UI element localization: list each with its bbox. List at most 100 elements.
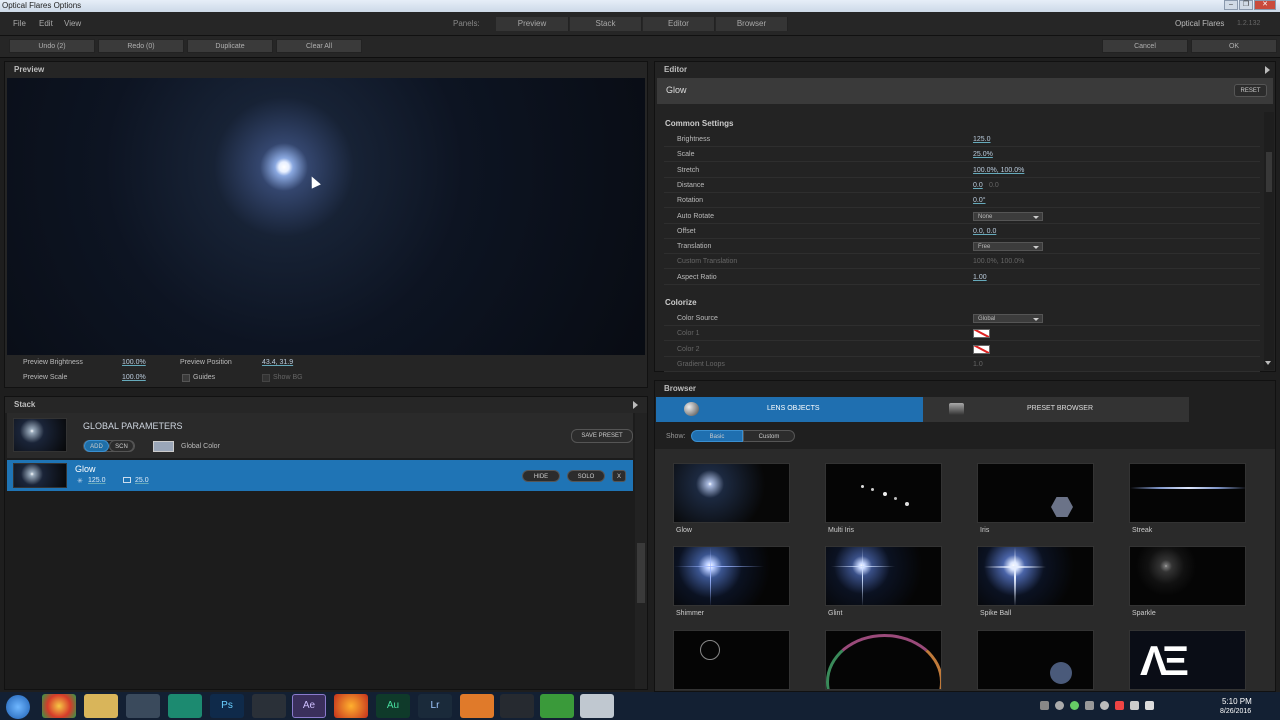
- preview-brightness-value[interactable]: 100.0%: [122, 359, 146, 366]
- panel-toggle-browser[interactable]: Browser: [716, 17, 788, 31]
- lens-thumb-shimmer[interactable]: [673, 546, 790, 606]
- stack-item-brightness[interactable]: 125.0: [88, 477, 106, 484]
- lens-thumb-polygon[interactable]: [977, 630, 1094, 690]
- preview-brightness-label: Preview Brightness: [23, 359, 83, 366]
- stack-scrollbar-thumb[interactable]: [637, 543, 645, 603]
- audition-taskbar-icon[interactable]: Au: [376, 694, 410, 718]
- panel-toggle-preview[interactable]: Preview: [496, 17, 569, 31]
- rotation-value[interactable]: 0.0°: [973, 197, 986, 204]
- custom-filter-button[interactable]: Custom: [743, 430, 795, 442]
- lens-thumb-spectral-arc[interactable]: [825, 630, 942, 690]
- lens-thumb-sparkle[interactable]: [1129, 546, 1246, 606]
- tray-icon[interactable]: [1100, 701, 1109, 710]
- lens-thumb-streak[interactable]: [1129, 463, 1246, 523]
- stack-item-scale[interactable]: 25.0: [135, 477, 149, 484]
- undo-button[interactable]: Undo (2): [9, 39, 95, 53]
- tray-icon[interactable]: [1130, 701, 1139, 710]
- clock-time[interactable]: 5:10 PM: [1222, 697, 1252, 706]
- volume-icon[interactable]: [1145, 701, 1154, 710]
- ok-button[interactable]: OK: [1191, 39, 1277, 53]
- editor-row-color-source: [664, 311, 1260, 326]
- photoshop-taskbar-icon[interactable]: Ps: [210, 694, 244, 718]
- offset-value[interactable]: 0.0, 0.0: [973, 228, 996, 235]
- paint-taskbar-icon[interactable]: [580, 694, 614, 718]
- lens-thumb-glow[interactable]: [673, 463, 790, 523]
- scn-button[interactable]: SCN: [109, 440, 134, 452]
- save-preset-button[interactable]: SAVE PRESET: [571, 429, 633, 443]
- show-bg-checkbox[interactable]: [262, 374, 270, 382]
- app2-taskbar-icon[interactable]: [168, 694, 202, 718]
- preview-scale-value[interactable]: 100.0%: [122, 374, 146, 381]
- explorer-taskbar-icon[interactable]: [84, 694, 118, 718]
- redo-button[interactable]: Redo (0): [98, 39, 184, 53]
- editor-scrollbar-thumb[interactable]: [1266, 152, 1272, 192]
- stack-item-glow[interactable]: Glow ✳ 125.0 25.0 HIDE SOLO X: [7, 460, 633, 491]
- lightroom-taskbar-icon[interactable]: Lr: [418, 694, 452, 718]
- distance-value[interactable]: 0.0: [973, 182, 983, 189]
- scale-value[interactable]: 25.0%: [973, 151, 993, 158]
- media-taskbar-icon[interactable]: [460, 694, 494, 718]
- firefox-taskbar-icon[interactable]: [334, 694, 368, 718]
- aspect-ratio-value[interactable]: 1.00: [973, 274, 987, 281]
- tray-icon[interactable]: [1055, 701, 1064, 710]
- custom-translation-label: Custom Translation: [677, 258, 738, 266]
- guides-checkbox[interactable]: [182, 374, 190, 382]
- tray-icon[interactable]: [1115, 701, 1124, 710]
- global-parameters-title: GLOBAL PARAMETERS: [83, 421, 183, 431]
- lens-thumb-ring[interactable]: [673, 630, 790, 690]
- auto-rotate-dropdown[interactable]: None: [973, 211, 1043, 221]
- preview-viewport[interactable]: [7, 78, 645, 355]
- panel-toggle-editor[interactable]: Editor: [643, 17, 715, 31]
- app-taskbar-icon[interactable]: [126, 694, 160, 718]
- clear-all-button[interactable]: Clear All: [276, 39, 362, 53]
- reset-button[interactable]: RESET: [1234, 84, 1267, 97]
- menu-file[interactable]: File: [13, 12, 26, 36]
- stack-menu-arrow-icon[interactable]: [633, 401, 638, 409]
- close-button[interactable]: ✕: [1254, 0, 1276, 10]
- tray-icon[interactable]: [1040, 701, 1049, 710]
- panel-toggle-stack[interactable]: Stack: [570, 17, 642, 31]
- scroll-down-arrow-icon[interactable]: [1265, 361, 1271, 365]
- basic-filter-button[interactable]: Basic: [691, 430, 743, 442]
- remove-button[interactable]: X: [612, 470, 626, 482]
- color-source-dropdown[interactable]: Global: [973, 314, 1043, 323]
- lens-thumb-iris[interactable]: [977, 463, 1094, 523]
- lens-thumb-multi-iris[interactable]: [825, 463, 942, 523]
- obs-taskbar-icon[interactable]: [500, 694, 534, 718]
- preset-browser-tab[interactable]: PRESET BROWSER: [923, 397, 1189, 422]
- stretch-value[interactable]: 100.0%, 100.0%: [973, 167, 1024, 174]
- cancel-button[interactable]: Cancel: [1102, 39, 1188, 53]
- editor-scrollbar[interactable]: [1264, 112, 1274, 370]
- utorrent-taskbar-icon[interactable]: [540, 694, 574, 718]
- menu-edit[interactable]: Edit: [39, 12, 53, 36]
- tray-icon[interactable]: [1085, 701, 1094, 710]
- tray-icon[interactable]: [1070, 701, 1079, 710]
- lens-thumb-spike-ball[interactable]: [977, 546, 1094, 606]
- color-2-swatch[interactable]: [973, 344, 990, 354]
- lens-objects-tab[interactable]: LENS OBJECTS: [656, 397, 923, 422]
- start-button[interactable]: [6, 695, 30, 719]
- stack-scrollbar[interactable]: [635, 413, 647, 689]
- minimize-button[interactable]: –: [1224, 0, 1238, 10]
- duplicate-button[interactable]: Duplicate: [187, 39, 273, 53]
- clock-date[interactable]: 8/26/2016: [1220, 708, 1251, 715]
- brightness-value[interactable]: 125.0: [973, 136, 991, 143]
- maximize-button[interactable]: ❐: [1239, 0, 1253, 10]
- editor-menu-arrow-icon[interactable]: [1265, 66, 1270, 74]
- chrome-taskbar-icon[interactable]: [42, 694, 76, 718]
- solo-button[interactable]: SOLO: [567, 470, 605, 482]
- global-color-swatch[interactable]: [153, 441, 174, 452]
- cinema4d-taskbar-icon[interactable]: [252, 694, 286, 718]
- rotation-label: Rotation: [677, 197, 704, 205]
- distance-value-2[interactable]: 0.0: [989, 182, 999, 189]
- iris-dot: [905, 502, 909, 506]
- lens-thumb-ae-logo[interactable]: ΛΞ: [1129, 630, 1246, 690]
- color-1-swatch[interactable]: [973, 329, 990, 339]
- translation-dropdown[interactable]: Free: [973, 242, 1043, 252]
- aftereffects-taskbar-icon[interactable]: Ae: [292, 694, 326, 718]
- hide-button[interactable]: HIDE: [522, 470, 560, 482]
- add-button[interactable]: ADD: [84, 440, 109, 452]
- lens-thumb-glint[interactable]: [825, 546, 942, 606]
- preview-position-value[interactable]: 43.4, 31.9: [262, 359, 293, 366]
- menu-view[interactable]: View: [64, 12, 81, 36]
